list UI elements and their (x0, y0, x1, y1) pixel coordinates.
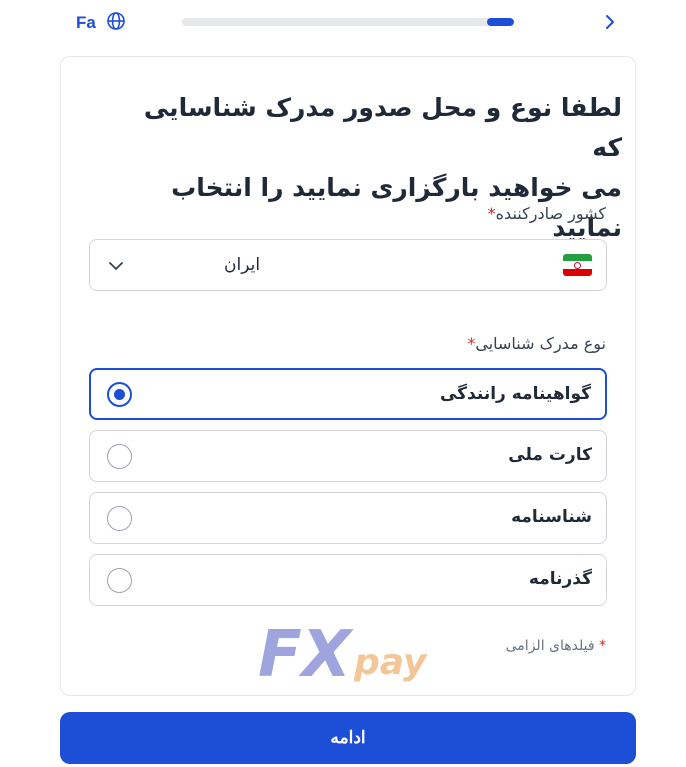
progress-bar (182, 18, 514, 26)
option-label: گواهینامه رانندگی (439, 384, 591, 404)
language-label: Fa (76, 13, 96, 32)
back-button[interactable] (598, 10, 622, 34)
continue-button[interactable]: ادامه (60, 712, 636, 764)
radio[interactable] (107, 444, 132, 469)
option-label: گذرنامه (528, 569, 592, 589)
radio[interactable] (107, 506, 132, 531)
chevron-right-icon (606, 15, 614, 29)
required-fields-note: * فیلدهای الزامی (506, 638, 606, 654)
page-title: لطفا نوع و محل صدور مدرک شناسایی که می خ… (122, 88, 622, 248)
required-note-text: فیلدهای الزامی (505, 638, 595, 654)
option-label: شناسنامه (511, 507, 592, 527)
required-mark: * (487, 204, 496, 223)
language-switcher[interactable]: Fa (76, 11, 126, 35)
country-select[interactable]: ایران (89, 239, 607, 291)
country-label-text: کشور صادرکننده (495, 204, 606, 223)
required-note-mark: * (599, 638, 606, 654)
progress-fill (487, 18, 514, 26)
country-label: کشور صادرکننده* (488, 204, 606, 223)
document-option-passport[interactable]: گذرنامه (89, 554, 607, 606)
fxpay-logo: FX pay (258, 618, 430, 692)
svg-text:FX: FX (258, 618, 354, 684)
country-value: ایران (224, 255, 261, 275)
radio[interactable] (107, 568, 132, 593)
chevron-down-icon (106, 256, 126, 276)
document-option-birth-certificate[interactable]: شناسنامه (89, 492, 607, 544)
title-line-1: لطفا نوع و محل صدور مدرک شناسایی که (143, 93, 622, 162)
svg-text:pay: pay (353, 642, 428, 683)
globe-icon (106, 11, 126, 35)
document-type-label: نوع مدرک شناسایی* (467, 334, 606, 353)
iran-flag-icon (563, 254, 592, 276)
document-option-national-card[interactable]: کارت ملی (89, 430, 607, 482)
document-type-label-text: نوع مدرک شناسایی (475, 334, 606, 353)
document-option-driving-license[interactable]: گواهینامه رانندگی (89, 368, 607, 420)
option-label: کارت ملی (508, 445, 592, 465)
radio-selected[interactable] (107, 382, 132, 407)
continue-label: ادامه (330, 728, 366, 747)
top-bar: Fa (0, 0, 686, 44)
